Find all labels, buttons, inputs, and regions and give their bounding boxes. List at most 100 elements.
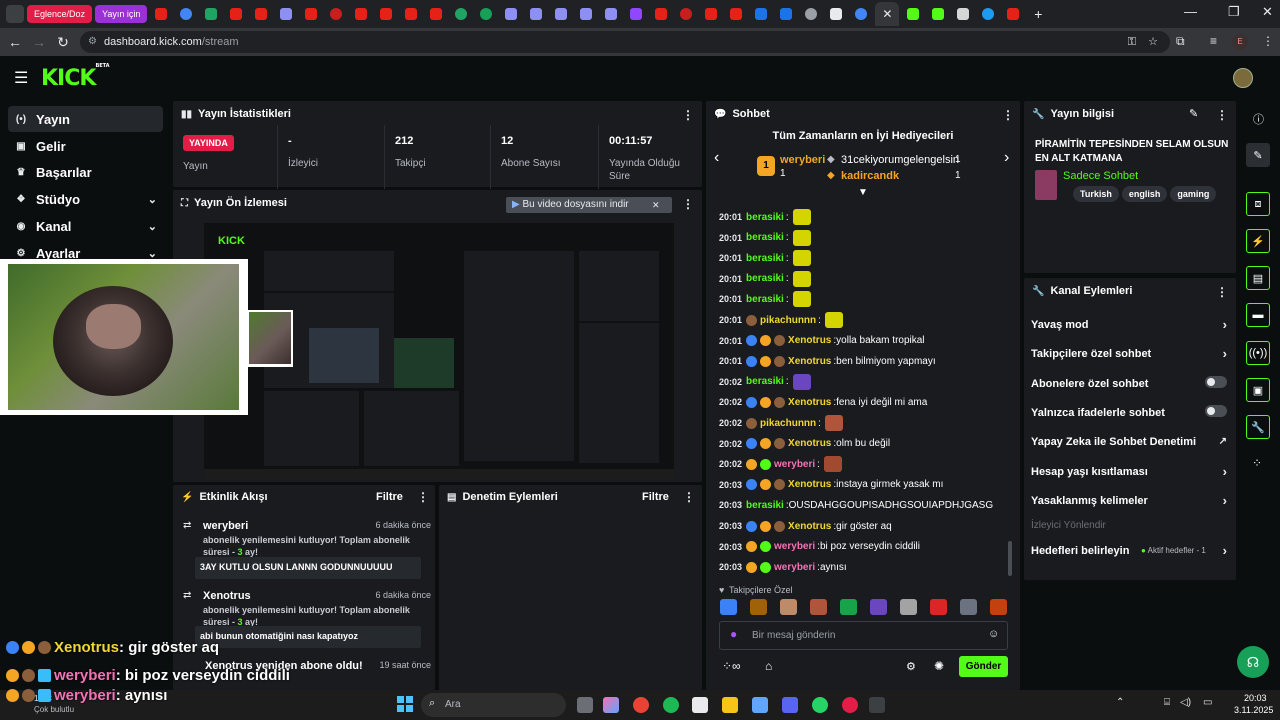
emote-only-toggle[interactable]: [1205, 405, 1227, 417]
action-banned-words[interactable]: Yasaklanmış kelimeler ›: [1031, 493, 1227, 508]
info-icon[interactable]: ⓘ: [1253, 111, 1264, 127]
collapse-arrow-icon[interactable]: ▼: [858, 187, 868, 198]
chat-username[interactable]: Xenotrus: [788, 521, 831, 532]
reload-icon[interactable]: ↻: [51, 34, 75, 51]
close-icon[interactable]: ✕: [652, 197, 660, 213]
copilot-icon[interactable]: [603, 697, 619, 713]
sidebar-item-yayin[interactable]: (•) Yayın: [8, 106, 163, 132]
chat-username[interactable]: berasiki: [746, 253, 784, 264]
rail-lightning-button[interactable]: ⚡: [1246, 229, 1270, 253]
app-icon[interactable]: [752, 697, 768, 713]
edit-pencil-icon[interactable]: ✎: [1189, 107, 1198, 120]
chat-username[interactable]: berasiki: [746, 232, 784, 243]
tab-tool[interactable]: [575, 4, 597, 24]
action-subscribers-only[interactable]: Abonelere özel sohbet: [1031, 376, 1227, 390]
key-icon[interactable]: ⚿: [1128, 31, 1136, 53]
terminal-icon[interactable]: [869, 697, 885, 713]
feed-filter-button[interactable]: Filtre: [376, 491, 403, 503]
chat-username[interactable]: Xenotrus: [788, 438, 831, 449]
moderation-filter-button[interactable]: Filtre: [642, 491, 669, 503]
url-field[interactable]: ⚙ dashboard.kick.com/stream ⚿ ☆: [80, 31, 1170, 53]
tab-globe[interactable]: [175, 4, 197, 24]
emote-option[interactable]: [810, 599, 827, 615]
points-icon[interactable]: ⁘∞: [722, 659, 741, 673]
task-view-icon[interactable]: [577, 697, 593, 713]
emote-option[interactable]: [990, 599, 1007, 615]
tab-green[interactable]: [475, 4, 497, 24]
network-icon[interactable]: ⌸: [1164, 697, 1170, 708]
more-options-icon[interactable]: ⋮: [682, 197, 694, 211]
tab-youtube[interactable]: [375, 4, 397, 24]
chat-username[interactable]: Xenotrus: [788, 356, 831, 367]
rail-broadcast-button[interactable]: ((•)): [1246, 341, 1270, 365]
action-account-age[interactable]: Hesap yaşı kısıtlaması ›: [1031, 464, 1227, 479]
emote-option[interactable]: [930, 599, 947, 615]
tab-tool[interactable]: [500, 4, 522, 24]
emoji-icon[interactable]: ☺: [988, 628, 999, 640]
forward-icon[interactable]: →: [27, 34, 51, 50]
tab-kick[interactable]: [902, 4, 924, 24]
tab-tool[interactable]: [600, 4, 622, 24]
tab-red[interactable]: [675, 4, 697, 24]
chat-username[interactable]: pikachunnn: [760, 418, 816, 429]
bookmark-star-icon[interactable]: ☆: [1148, 31, 1158, 53]
sidebar-item-gelir[interactable]: ▣ Gelir: [8, 133, 163, 159]
emote-option[interactable]: [780, 599, 797, 615]
action-followers-only[interactable]: Takipçilere özel sohbet ›: [1031, 346, 1227, 361]
rail-tool-button[interactable]: 🔧: [1246, 415, 1270, 439]
kick-logo[interactable]: KICKBETA: [41, 63, 110, 91]
tag-item[interactable]: english: [1121, 186, 1168, 202]
browser-menu-icon[interactable]: ⋮: [1262, 34, 1274, 48]
hamburger-menu-icon[interactable]: ☰: [14, 68, 28, 88]
app-icon[interactable]: [842, 697, 858, 713]
more-options-icon[interactable]: ⋮: [682, 108, 694, 122]
spotify-icon[interactable]: [663, 697, 679, 713]
tab-active-close-icon[interactable]: ✕: [875, 2, 900, 26]
tab-tool[interactable]: [550, 4, 572, 24]
emote-option[interactable]: [720, 599, 737, 615]
app-icon[interactable]: [692, 697, 708, 713]
tag-item[interactable]: Turkish: [1073, 186, 1119, 202]
store-icon[interactable]: ⌂: [765, 659, 772, 673]
more-options-icon[interactable]: ⋮: [417, 490, 429, 504]
more-options-icon[interactable]: ⋮: [683, 490, 695, 504]
tab-group-yayin[interactable]: Yayın için: [95, 5, 148, 23]
chat-username[interactable]: berasiki: [746, 212, 784, 223]
action-ai-moderation[interactable]: Yapay Zeka ile Sohbet Denetimi ↗: [1031, 436, 1227, 448]
battery-icon[interactable]: ▭: [1203, 697, 1212, 708]
more-options-icon[interactable]: ⋮: [1216, 285, 1228, 299]
tab-youtube[interactable]: [250, 4, 272, 24]
tab-tool[interactable]: [525, 4, 547, 24]
emote-picker-icon[interactable]: ✺: [934, 659, 944, 673]
tab-photo[interactable]: [952, 4, 974, 24]
chat-username[interactable]: Xenotrus: [788, 397, 831, 408]
file-explorer-icon[interactable]: [722, 697, 738, 713]
tab-drive[interactable]: [200, 4, 222, 24]
reading-list-icon[interactable]: ≡: [1210, 34, 1217, 48]
chat-username[interactable]: berasiki: [746, 376, 784, 387]
tab-blue[interactable]: [775, 4, 797, 24]
action-set-goals[interactable]: Hedefleri belirleyin ● Aktif hedefler - …: [1031, 543, 1227, 558]
emote-option[interactable]: [840, 599, 857, 615]
tag-item[interactable]: gaming: [1170, 186, 1217, 202]
tab-grey[interactable]: [800, 4, 822, 24]
chat-username[interactable]: berasiki: [746, 273, 784, 284]
rail-chat-button[interactable]: ▬: [1246, 303, 1270, 327]
chat-username[interactable]: weryberi: [774, 541, 815, 552]
more-options-icon[interactable]: ⋮: [1216, 108, 1228, 122]
tab-group-eglence[interactable]: Eglence/Doz: [27, 5, 93, 23]
close-window-icon[interactable]: ✕: [1262, 4, 1273, 20]
emote-option[interactable]: [900, 599, 917, 615]
volume-icon[interactable]: ◁): [1180, 697, 1191, 708]
tab-youtube[interactable]: [150, 4, 172, 24]
tab-youtube[interactable]: [350, 4, 372, 24]
tab-youtube[interactable]: [425, 4, 447, 24]
new-tab-icon[interactable]: +: [1027, 4, 1049, 24]
tab-blue[interactable]: [750, 4, 772, 24]
action-slow-mode[interactable]: Yavaş mod ›: [1031, 317, 1227, 332]
microphone-icon[interactable]: ●: [730, 627, 737, 641]
chat-username[interactable]: weryberi: [774, 562, 815, 573]
back-icon[interactable]: ←: [3, 34, 27, 50]
user-avatar[interactable]: [1233, 68, 1253, 88]
help-support-button[interactable]: ☊: [1237, 646, 1269, 678]
